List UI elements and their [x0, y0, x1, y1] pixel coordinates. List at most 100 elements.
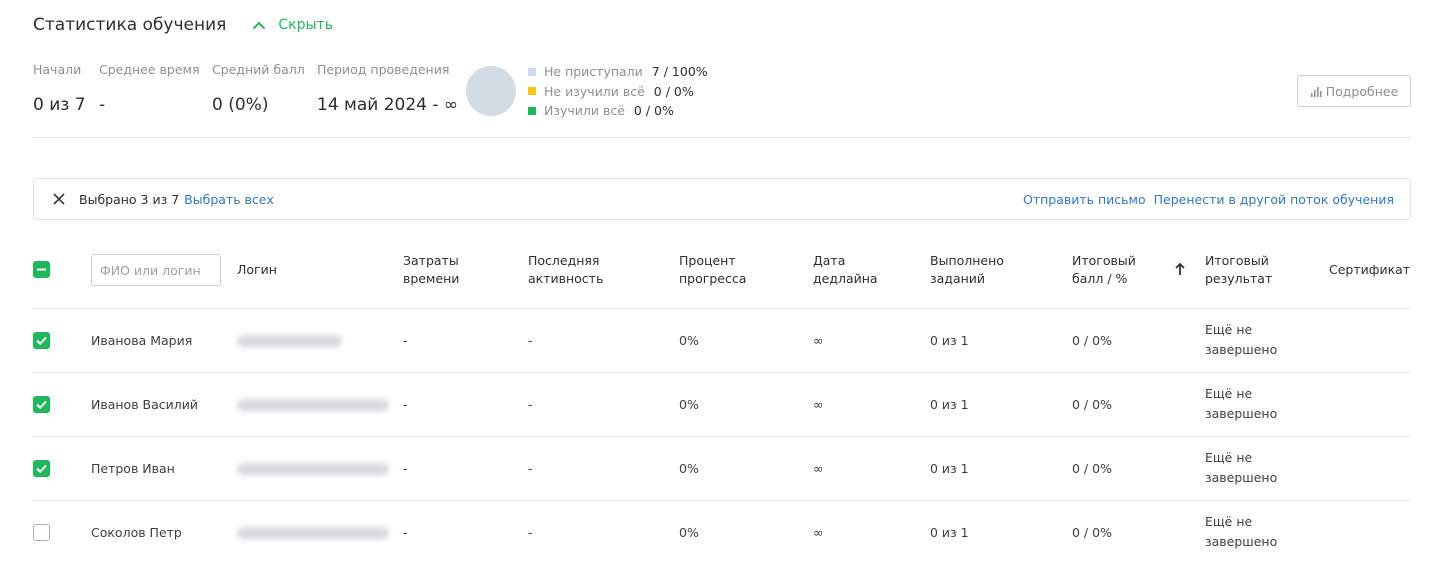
bar-chart-icon [1310, 86, 1322, 97]
move-stream-link[interactable]: Перенести в другой поток обучения [1154, 192, 1394, 207]
check-icon [36, 336, 47, 346]
cell-progress: 0% [679, 333, 699, 348]
cell-time: - [403, 333, 408, 348]
row-divider [33, 500, 1411, 501]
cell-tasks: 0 из 1 [930, 333, 969, 348]
stats-header: Статистика обучения Скрыть [33, 14, 333, 36]
page-title: Статистика обучения [33, 15, 227, 35]
cell-activity: - [528, 397, 533, 412]
selection-count: Выбрано 3 из 7 [79, 191, 180, 207]
cell-deadline: ∞ [813, 397, 824, 412]
stat-value: 0 из 7 [33, 95, 86, 115]
row-checkbox[interactable] [33, 332, 50, 349]
cell-result: Ещё не завершено [1205, 450, 1278, 485]
close-icon[interactable] [52, 192, 66, 206]
hide-toggle-label: Скрыть [278, 17, 333, 33]
legend-value: 0 / 0% [633, 103, 674, 119]
column-header-tasks[interactable]: Выполнено заданий [930, 252, 1020, 288]
cell-progress: 0% [679, 397, 699, 412]
legend-label: Не изучили всё [544, 83, 645, 99]
column-header-score[interactable]: Итоговый балл / % [1072, 252, 1152, 288]
cell-progress: 0% [679, 461, 699, 476]
selection-bar: Выбрано 3 из 7 Выбрать всех Отправить пи… [33, 178, 1411, 220]
cell-time: - [403, 397, 408, 412]
legend-swatch [528, 106, 536, 115]
search-input[interactable] [91, 254, 221, 286]
column-header-activity[interactable]: Последняя активность [528, 252, 618, 288]
cell-score: 0 / 0% [1072, 525, 1112, 540]
cell-tasks: 0 из 1 [930, 461, 969, 476]
row-checkbox[interactable] [33, 460, 50, 477]
stat-label: Среднее время [99, 62, 200, 77]
cell-tasks: 0 из 1 [930, 525, 969, 540]
cell-login-blurred [237, 463, 389, 475]
legend-value: 0 / 0% [653, 83, 694, 99]
cell-time: - [403, 461, 408, 476]
cell-login-blurred [237, 335, 342, 347]
cell-progress: 0% [679, 525, 699, 540]
donut-legend: Не приступали 7 / 100% Не изучили всё 0 … [528, 62, 708, 121]
stat-value: 14 май 2024 - ∞ [317, 95, 459, 115]
stat-value: - [99, 95, 106, 115]
cell-result: Ещё не завершено [1205, 386, 1278, 421]
cell-name[interactable]: Иванов Василий [91, 397, 198, 412]
column-header-login[interactable]: Логин [237, 261, 277, 279]
chevron-up-icon [253, 21, 266, 29]
details-button-label: Подробнее [1325, 83, 1399, 99]
cell-deadline: ∞ [813, 525, 824, 540]
cell-activity: - [528, 333, 533, 348]
select-all-checkbox[interactable] [33, 261, 50, 278]
cell-deadline: ∞ [813, 333, 824, 348]
details-button[interactable]: Подробнее [1297, 75, 1411, 107]
cell-login-blurred [237, 527, 389, 539]
row-checkbox[interactable] [33, 524, 50, 541]
legend-item-finished: Изучили всё 0 / 0% [528, 101, 708, 121]
row-divider [33, 372, 1411, 373]
row-checkbox[interactable] [33, 396, 50, 413]
cell-score: 0 / 0% [1072, 397, 1112, 412]
check-icon [36, 464, 47, 474]
cell-time: - [403, 525, 408, 540]
cell-activity: - [528, 461, 533, 476]
column-header-result[interactable]: Итоговый результат [1205, 252, 1295, 288]
cell-activity: - [528, 525, 533, 540]
column-header-progress[interactable]: Процент прогресса [679, 252, 759, 288]
stat-label: Средний балл [212, 62, 305, 77]
cell-result: Ещё не завершено [1205, 514, 1278, 549]
stat-started: Начали 0 из 7 [33, 62, 99, 115]
legend-value: 7 / 100% [651, 64, 708, 80]
stat-avg-time: Среднее время - [99, 62, 212, 115]
cell-deadline: ∞ [813, 461, 824, 476]
legend-item-not-finished: Не изучили всё 0 / 0% [528, 82, 708, 102]
stat-label: Период проведения [317, 62, 450, 77]
stat-value: 0 (0%) [212, 95, 269, 115]
cell-score: 0 / 0% [1072, 333, 1112, 348]
stats-summary: Начали 0 из 7 Среднее время - Средний ба… [33, 62, 462, 115]
cell-name[interactable]: Иванова Мария [91, 333, 192, 348]
cell-name[interactable]: Петров Иван [91, 461, 175, 476]
cell-tasks: 0 из 1 [930, 397, 969, 412]
legend-swatch [528, 87, 536, 96]
column-header-time[interactable]: Затраты времени [403, 252, 483, 288]
check-icon [36, 400, 47, 410]
selection-actions: Отправить письмо Перенести в другой пото… [1023, 192, 1394, 207]
minus-icon [37, 268, 46, 271]
cell-result: Ещё не завершено [1205, 322, 1278, 357]
stat-period: Период проведения 14 май 2024 - ∞ [317, 62, 462, 115]
stat-label: Начали [33, 62, 82, 77]
arrow-up-icon[interactable] [1174, 262, 1186, 276]
hide-toggle[interactable]: Скрыть [252, 17, 333, 33]
progress-donut-chart [466, 66, 516, 116]
legend-item-not-started: Не приступали 7 / 100% [528, 62, 708, 82]
column-header-certificate[interactable]: Сертификат [1329, 261, 1410, 279]
stat-avg-score: Средний балл 0 (0%) [212, 62, 317, 115]
cell-score: 0 / 0% [1072, 461, 1112, 476]
cell-name[interactable]: Соколов Петр [91, 525, 182, 540]
row-divider [33, 436, 1411, 437]
legend-label: Не приступали [544, 64, 643, 80]
column-header-deadline[interactable]: Дата дедлайна [813, 252, 893, 288]
send-letter-link[interactable]: Отправить письмо [1023, 192, 1146, 207]
legend-label: Изучили всё [544, 103, 625, 119]
select-all-link[interactable]: Выбрать всех [184, 192, 274, 207]
legend-swatch [528, 67, 536, 76]
